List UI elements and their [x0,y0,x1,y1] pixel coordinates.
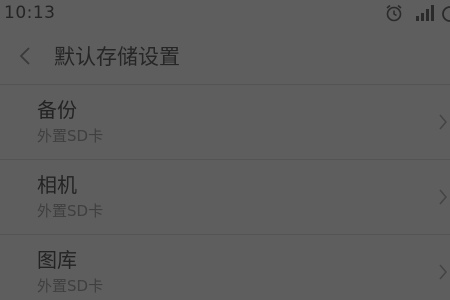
setting-item-title: 备份 [37,98,77,122]
status-time: 10:13 [4,3,56,23]
chevron-right-icon [439,264,447,280]
screen: 10:13 默认存储设置 备份 外置SD卡 相机 外置SD卡 图库 外置SD卡 [0,0,450,300]
setting-item-title: 图库 [37,248,77,272]
chevron-right-icon [439,189,447,205]
status-bar: 10:13 [0,0,450,26]
battery-icon [442,6,450,22]
alarm-icon [386,4,402,22]
setting-item-value: 外置SD卡 [37,127,104,145]
setting-item-value: 外置SD卡 [37,202,104,220]
header: 默认存储设置 [0,26,450,86]
setting-item-value: 外置SD卡 [37,277,104,295]
setting-item-gallery[interactable]: 图库 外置SD卡 [0,235,450,300]
setting-item-backup[interactable]: 备份 外置SD卡 [0,85,450,160]
chevron-right-icon [439,114,447,130]
setting-item-title: 相机 [37,173,77,197]
signal-icon [416,5,434,21]
chevron-left-icon[interactable] [18,46,32,66]
page-title: 默认存储设置 [54,45,180,69]
setting-item-camera[interactable]: 相机 外置SD卡 [0,160,450,235]
